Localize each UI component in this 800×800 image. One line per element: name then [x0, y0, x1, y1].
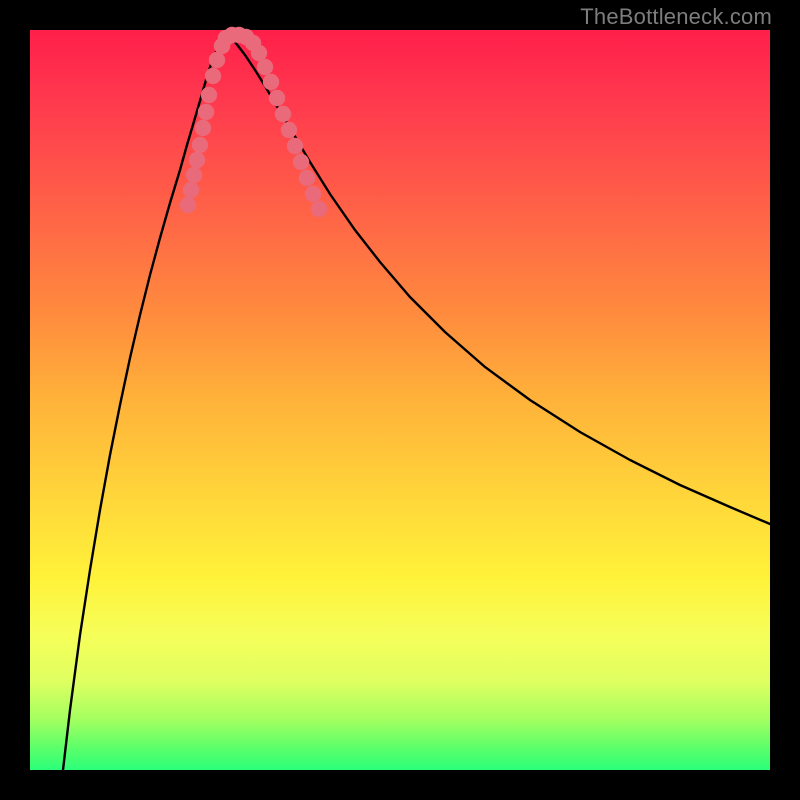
data-marker — [189, 152, 205, 168]
chart-svg — [30, 30, 770, 770]
data-marker — [183, 182, 199, 198]
plot-area — [30, 30, 770, 770]
data-marker — [180, 197, 196, 213]
watermark-text: TheBottleneck.com — [580, 4, 772, 30]
markers — [180, 27, 327, 217]
data-marker — [209, 52, 225, 68]
data-marker — [198, 104, 214, 120]
data-marker — [311, 201, 327, 217]
data-marker — [287, 138, 303, 154]
data-marker — [205, 68, 221, 84]
data-marker — [299, 170, 315, 186]
data-marker — [305, 186, 321, 202]
data-marker — [257, 59, 273, 75]
data-marker — [201, 87, 217, 103]
data-marker — [186, 167, 202, 183]
chart-frame: TheBottleneck.com — [0, 0, 800, 800]
data-marker — [281, 122, 297, 138]
data-marker — [251, 45, 267, 61]
data-marker — [275, 106, 291, 122]
data-marker — [195, 120, 211, 136]
data-marker — [192, 137, 208, 153]
curve-right — [226, 34, 770, 524]
data-marker — [293, 154, 309, 170]
data-marker — [263, 74, 279, 90]
data-marker — [269, 90, 285, 106]
